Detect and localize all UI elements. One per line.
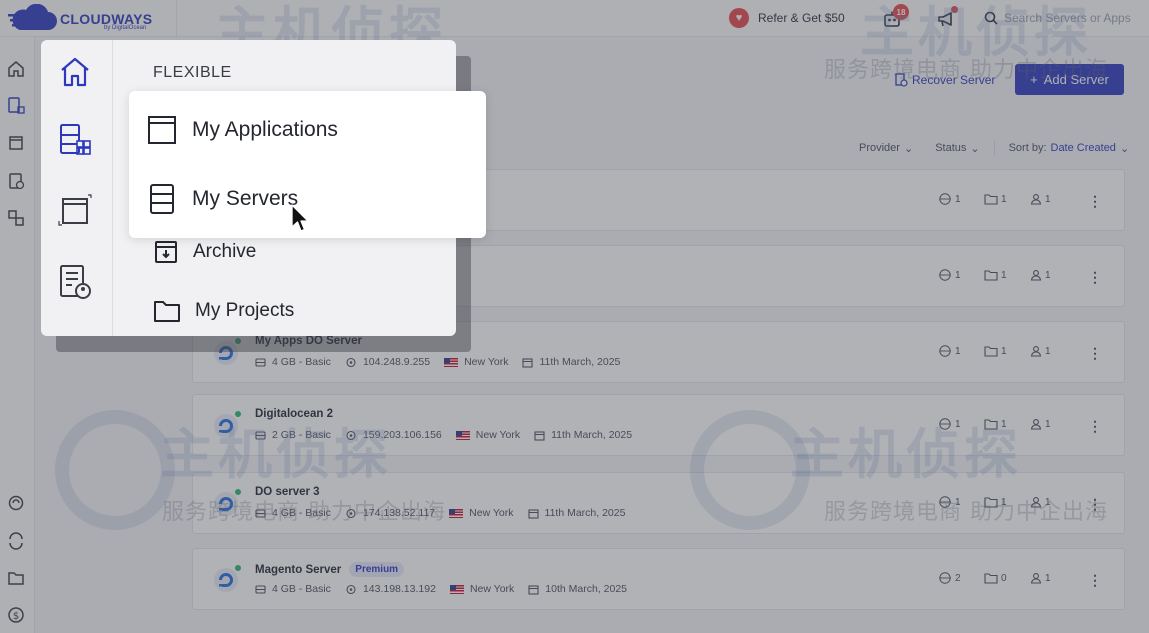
my-projects-label: My Projects [195,300,295,321]
menu-item-archive[interactable]: Archive [153,239,256,265]
archive-icon [155,241,177,263]
menu-rail [41,40,113,336]
menu-item-my-servers[interactable]: My Servers [148,184,298,214]
archive-label: Archive [193,241,257,262]
folder-icon [154,301,180,322]
menu-section-title: FLEXIBLE [153,64,232,81]
billing-icon[interactable] [57,264,93,300]
application-window-icon [148,116,176,144]
menu-item-my-projects[interactable]: My Projects [153,298,294,324]
home-icon[interactable] [57,54,93,90]
my-applications-label: My Applications [192,118,338,141]
my-servers-label: My Servers [192,187,299,210]
server-stack-icon [150,184,174,214]
menu-item-my-applications[interactable]: My Applications [148,116,338,144]
mouse-cursor-icon [291,204,309,232]
servers-icon[interactable] [57,122,93,158]
applications-icon[interactable] [57,192,93,228]
